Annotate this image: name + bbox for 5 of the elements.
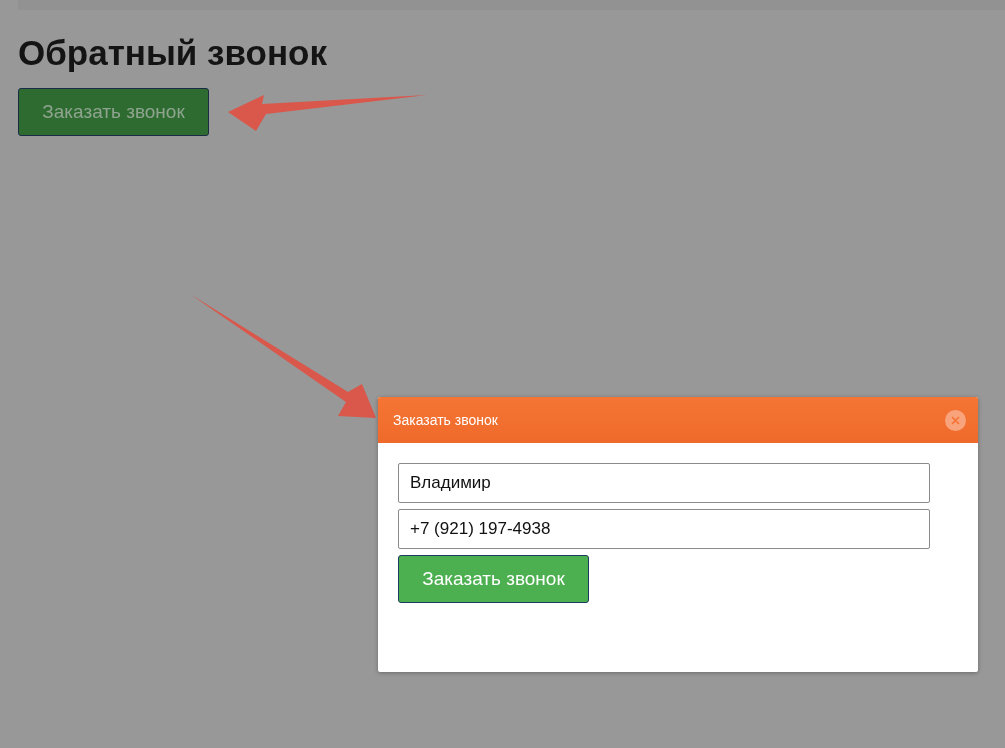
input-field[interactable]: +7 (921) 197-4938 — [398, 509, 930, 549]
input-field[interactable]: Владимир — [398, 463, 930, 503]
page-title: Обратный звонок — [18, 32, 328, 74]
close-icon[interactable] — [945, 409, 966, 431]
modal-title: Заказать звонок — [393, 410, 498, 430]
